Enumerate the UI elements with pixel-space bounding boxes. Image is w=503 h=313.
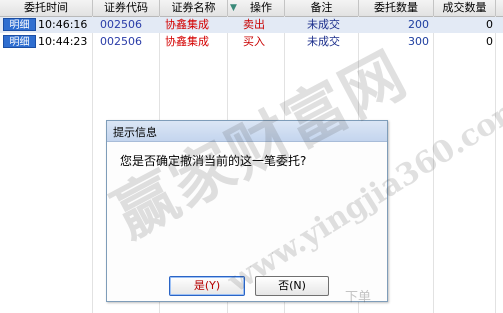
yes-button[interactable]: 是(Y) xyxy=(169,276,245,296)
table-row[interactable]: 明细 10:44:23 002506 协鑫集成 买入 未成交 300 0 xyxy=(0,34,503,50)
col-header-name[interactable]: 证券名称 xyxy=(160,0,228,16)
table-header: 委托时间 证券代码 证券名称 ▼ 操作 备注 委托数量 成交数量 xyxy=(0,0,503,17)
no-button[interactable]: 否(N) xyxy=(255,276,329,296)
cell-name: 协鑫集成 xyxy=(165,35,209,48)
cell-code: 002506 xyxy=(100,35,142,48)
cell-filled: 0 xyxy=(486,18,493,31)
dialog-title: 提示信息 xyxy=(113,126,157,139)
cell-qty: 300 xyxy=(408,35,429,48)
column-divider xyxy=(495,16,496,313)
dialog-title-bar[interactable]: 提示信息 xyxy=(107,121,387,142)
cell-qty: 200 xyxy=(408,18,429,31)
cell-remark: 未成交 xyxy=(307,18,340,31)
col-header-time[interactable]: 委托时间 xyxy=(0,0,93,16)
cell-code: 002506 xyxy=(100,18,142,31)
cell-name: 协鑫集成 xyxy=(165,18,209,31)
watermark-corner-text: 下单 xyxy=(345,290,372,305)
dialog-message: 您是否确定撤消当前的这一笔委托? xyxy=(120,154,307,168)
col-header-op[interactable]: ▼ 操作 xyxy=(228,0,285,16)
col-header-code[interactable]: 证券代码 xyxy=(93,0,160,16)
column-divider xyxy=(92,16,93,313)
column-divider xyxy=(433,16,434,313)
confirm-dialog: 提示信息 您是否确定撤消当前的这一笔委托? 是(Y) 否(N) xyxy=(106,120,388,302)
col-header-qty[interactable]: 委托数量 xyxy=(359,0,434,16)
cell-remark: 未成交 xyxy=(307,35,340,48)
col-header-filled[interactable]: 成交数量 xyxy=(434,0,496,16)
cell-op: 买入 xyxy=(243,35,265,48)
col-header-op-label: 操作 xyxy=(250,1,272,14)
cell-op: 卖出 xyxy=(243,18,265,31)
table-row[interactable]: 明细 10:46:16 002506 协鑫集成 卖出 未成交 200 0 xyxy=(0,17,503,33)
col-header-remark[interactable]: 备注 xyxy=(285,0,359,16)
detail-button[interactable]: 明细 xyxy=(3,35,36,48)
detail-button[interactable]: 明细 xyxy=(3,18,36,31)
cell-filled: 0 xyxy=(486,35,493,48)
cell-time: 10:46:16 xyxy=(38,18,88,31)
cell-time: 10:44:23 xyxy=(38,35,88,48)
sort-arrow-icon: ▼ xyxy=(230,3,237,13)
